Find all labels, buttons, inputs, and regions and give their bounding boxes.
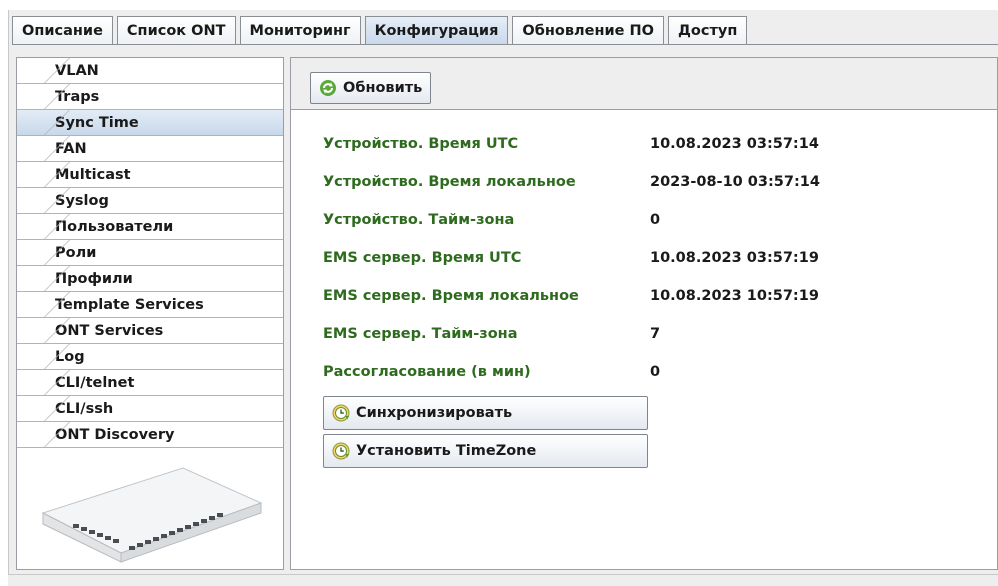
sidebar-item-fan[interactable]: FAN	[17, 136, 283, 162]
main-tabs: Описание Список ONT Мониторинг Конфигура…	[12, 16, 751, 44]
tab-firmware-update[interactable]: Обновление ПО	[512, 16, 664, 44]
tab-description[interactable]: Описание	[12, 16, 113, 44]
tab-access[interactable]: Доступ	[668, 16, 748, 44]
clock-icon	[332, 442, 350, 460]
sidebar-item-ont-discovery[interactable]: ONT Discovery	[17, 422, 283, 448]
row-value: 10.08.2023 10:57:19	[650, 288, 819, 304]
info-row: Устройство. Время локальное 2023-08-10 0…	[323, 174, 820, 194]
sync-label: Синхронизировать	[356, 405, 513, 421]
info-row: Устройство. Тайм-зона 0	[323, 212, 660, 232]
info-row: EMS сервер. Время локальное 10.08.2023 1…	[323, 288, 819, 308]
row-value: 10.08.2023 03:57:19	[650, 250, 819, 266]
sidebar-item-vlan[interactable]: VLAN	[17, 58, 283, 84]
info-row: Устройство. Время UTC 10.08.2023 03:57:1…	[323, 136, 819, 156]
tab-configuration[interactable]: Конфигурация	[364, 16, 509, 44]
refresh-icon	[320, 80, 336, 96]
tab-underline	[12, 44, 998, 45]
row-label: EMS сервер. Тайм-зона	[323, 326, 518, 342]
row-label: Устройство. Время локальное	[323, 174, 576, 190]
info-row: EMS сервер. Тайм-зона 7	[323, 326, 660, 346]
row-label: Устройство. Время UTC	[323, 136, 519, 152]
status-strip	[8, 574, 998, 586]
sidebar-item-multicast[interactable]: Multicast	[17, 162, 283, 188]
row-label: EMS сервер. Время локальное	[323, 288, 579, 304]
row-value: 0	[650, 212, 661, 228]
sidebar-item-log[interactable]: Log	[17, 344, 283, 370]
sync-button[interactable]: Синхронизировать	[323, 396, 648, 430]
info-row: Рассогласование (в мин) 0	[323, 364, 660, 384]
row-label: Устройство. Тайм-зона	[323, 212, 515, 228]
sidebar-item-cli-ssh[interactable]: CLI/ssh	[17, 396, 283, 422]
sidebar-item-ont-services[interactable]: ONT Services	[17, 318, 283, 344]
row-value: 2023-08-10 03:57:14	[650, 174, 820, 190]
row-label: EMS сервер. Время UTC	[323, 250, 522, 266]
toolbar: Обновить	[291, 58, 997, 110]
set-timezone-button[interactable]: Установить TimeZone	[323, 434, 648, 468]
sidebar-item-profiles[interactable]: Профили	[17, 266, 283, 292]
clock-icon	[332, 404, 350, 422]
row-value: 0	[650, 364, 661, 380]
set-timezone-label: Установить TimeZone	[356, 443, 537, 459]
row-value: 7	[650, 326, 661, 342]
sidebar-item-users[interactable]: Пользователи	[17, 214, 283, 240]
sidebar-item-roles[interactable]: Роли	[17, 240, 283, 266]
content-panel: Обновить Устройство. Время UTC 10.08.202…	[290, 57, 998, 570]
sidebar-item-sync-time[interactable]: Sync Time	[17, 110, 283, 136]
sidebar-item-cli-telnet[interactable]: CLI/telnet	[17, 370, 283, 396]
sidebar-item-syslog[interactable]: Syslog	[17, 188, 283, 214]
info-row: EMS сервер. Время UTC 10.08.2023 03:57:1…	[323, 250, 819, 270]
config-sidebar: VLAN Traps Sync Time FAN Multicast Syslo…	[16, 57, 284, 570]
refresh-label: Обновить	[343, 80, 423, 96]
row-label: Рассогласование (в мин)	[323, 364, 531, 380]
device-image	[41, 467, 263, 563]
tab-ont-list[interactable]: Список ONT	[116, 16, 236, 44]
sidebar-item-template-services[interactable]: Template Services	[17, 292, 283, 318]
refresh-button[interactable]: Обновить	[310, 72, 432, 104]
row-value: 10.08.2023 03:57:14	[650, 136, 819, 152]
tab-monitoring[interactable]: Мониторинг	[239, 16, 361, 44]
sidebar-item-traps[interactable]: Traps	[17, 84, 283, 110]
